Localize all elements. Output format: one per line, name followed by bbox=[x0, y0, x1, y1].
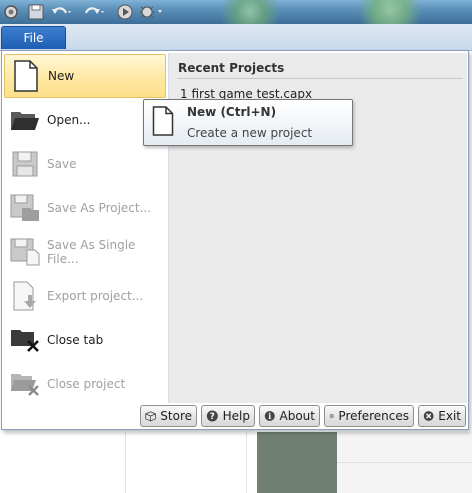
tooltip-title: New (Ctrl+N) bbox=[187, 105, 277, 119]
save-as-project-icon bbox=[10, 192, 40, 224]
file-menu-footer: Store ? Help i About Preferences Exit bbox=[4, 403, 466, 428]
info-icon: i bbox=[264, 410, 275, 422]
menu-item-label: Open... bbox=[47, 113, 91, 127]
store-button[interactable]: Store bbox=[140, 405, 197, 427]
title-bar bbox=[0, 0, 472, 24]
divider bbox=[337, 462, 472, 463]
ribbon-tab-strip bbox=[0, 24, 472, 51]
menu-item-label: Close tab bbox=[47, 333, 104, 347]
debug-bug-icon[interactable] bbox=[138, 3, 164, 21]
recent-projects-title: Recent Projects bbox=[178, 61, 285, 75]
gear-icon bbox=[329, 413, 334, 419]
close-project-icon bbox=[10, 368, 40, 400]
divider bbox=[125, 432, 126, 493]
menu-item-close-tab[interactable]: Close tab bbox=[4, 318, 166, 362]
menu-item-export-project[interactable]: Export project... bbox=[4, 274, 166, 318]
exit-icon bbox=[423, 411, 434, 421]
menu-item-save-as-project[interactable]: Save As Project... bbox=[4, 186, 166, 230]
menu-item-new[interactable]: New bbox=[4, 54, 166, 98]
title-bar-background bbox=[170, 0, 470, 24]
save-icon bbox=[10, 148, 40, 180]
menu-item-label: Save bbox=[47, 157, 77, 171]
new-document-icon bbox=[152, 106, 174, 139]
export-icon bbox=[10, 280, 40, 312]
svg-text:i: i bbox=[268, 412, 271, 421]
help-label: Help bbox=[222, 409, 250, 423]
undo-icon[interactable] bbox=[50, 3, 72, 21]
divider bbox=[246, 432, 247, 493]
menu-item-label: Close project bbox=[47, 377, 126, 391]
help-icon: ? bbox=[206, 410, 218, 422]
menu-item-save[interactable]: Save bbox=[4, 142, 166, 186]
new-tooltip: New (Ctrl+N) Create a new project bbox=[143, 99, 353, 146]
menu-item-save-as-single-file[interactable]: Save As Single File... bbox=[4, 230, 166, 274]
file-tab[interactable]: File bbox=[1, 26, 66, 49]
about-label: About bbox=[279, 409, 315, 423]
preferences-button[interactable]: Preferences bbox=[324, 405, 414, 427]
new-document-icon bbox=[11, 60, 41, 92]
menu-item-label: Save As Single File... bbox=[47, 238, 136, 266]
exit-button[interactable]: Exit bbox=[418, 405, 466, 427]
about-button[interactable]: i About bbox=[259, 405, 320, 427]
close-tab-icon bbox=[10, 324, 40, 356]
help-button[interactable]: ? Help bbox=[201, 405, 255, 427]
open-folder-icon bbox=[10, 104, 40, 136]
svg-text:?: ? bbox=[210, 412, 215, 422]
menu-item-label: Export project... bbox=[47, 289, 144, 303]
menu-item-label: New bbox=[48, 69, 75, 83]
quick-save-icon[interactable] bbox=[28, 3, 44, 21]
preview-play-icon[interactable] bbox=[116, 3, 134, 21]
store-icon bbox=[145, 411, 156, 422]
save-as-single-file-icon bbox=[10, 236, 40, 268]
redo-icon[interactable] bbox=[82, 3, 104, 21]
menu-item-close-project[interactable]: Close project bbox=[4, 362, 166, 406]
recent-projects-separator bbox=[177, 78, 463, 79]
menu-item-open[interactable]: Open... bbox=[4, 98, 166, 142]
layout-view-background bbox=[257, 432, 337, 493]
menu-item-label: Save As Project... bbox=[47, 201, 152, 215]
store-label: Store bbox=[160, 409, 192, 423]
tooltip-description: Create a new project bbox=[187, 126, 313, 140]
preferences-label: Preferences bbox=[338, 409, 409, 423]
exit-label: Exit bbox=[438, 409, 461, 423]
app-icon[interactable] bbox=[2, 3, 20, 21]
